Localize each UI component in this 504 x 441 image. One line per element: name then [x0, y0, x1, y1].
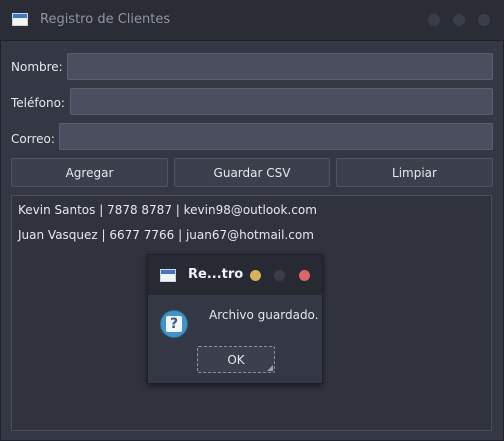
limpiar-button[interactable]: Limpiar	[336, 158, 493, 187]
nombre-input[interactable]	[67, 53, 493, 80]
correo-label: Correo:	[11, 132, 55, 146]
ok-button-label: OK	[227, 352, 245, 367]
resize-corner-icon	[267, 365, 273, 371]
minimize-button[interactable]	[428, 14, 440, 26]
dialog-maximize-button[interactable]	[274, 270, 285, 281]
dialog-minimize-button[interactable]	[250, 270, 261, 281]
dialog-close-button[interactable]	[299, 270, 310, 281]
list-item[interactable]: Kevin Santos | 7878 8787 | kevin98@outlo…	[18, 203, 317, 217]
dialog-title: Re...tro	[188, 267, 244, 282]
message-dialog: Re...tro ? Archivo guardado. OK	[147, 254, 323, 384]
app-window-icon	[12, 13, 28, 26]
dialog-message: Archivo guardado.	[209, 308, 319, 322]
nombre-label: Nombre:	[11, 60, 63, 74]
title-bar: Registro de Clientes	[0, 0, 504, 40]
window-title: Registro de Clientes	[40, 12, 171, 27]
maximize-button[interactable]	[453, 14, 465, 26]
dialog-window-icon	[160, 269, 176, 282]
dialog-title-bar: Re...tro	[148, 255, 322, 295]
correo-input[interactable]	[59, 123, 493, 150]
telefono-input[interactable]	[70, 88, 493, 115]
guardar-csv-button[interactable]: Guardar CSV	[174, 158, 330, 187]
list-item[interactable]: Juan Vasquez | 6677 7766 | juan67@hotmai…	[18, 228, 314, 242]
close-button[interactable]	[478, 14, 490, 26]
agregar-button[interactable]: Agregar	[11, 158, 168, 187]
question-icon: ?	[160, 310, 188, 338]
telefono-label: Teléfono:	[11, 96, 65, 110]
ok-button[interactable]: OK	[197, 346, 275, 373]
